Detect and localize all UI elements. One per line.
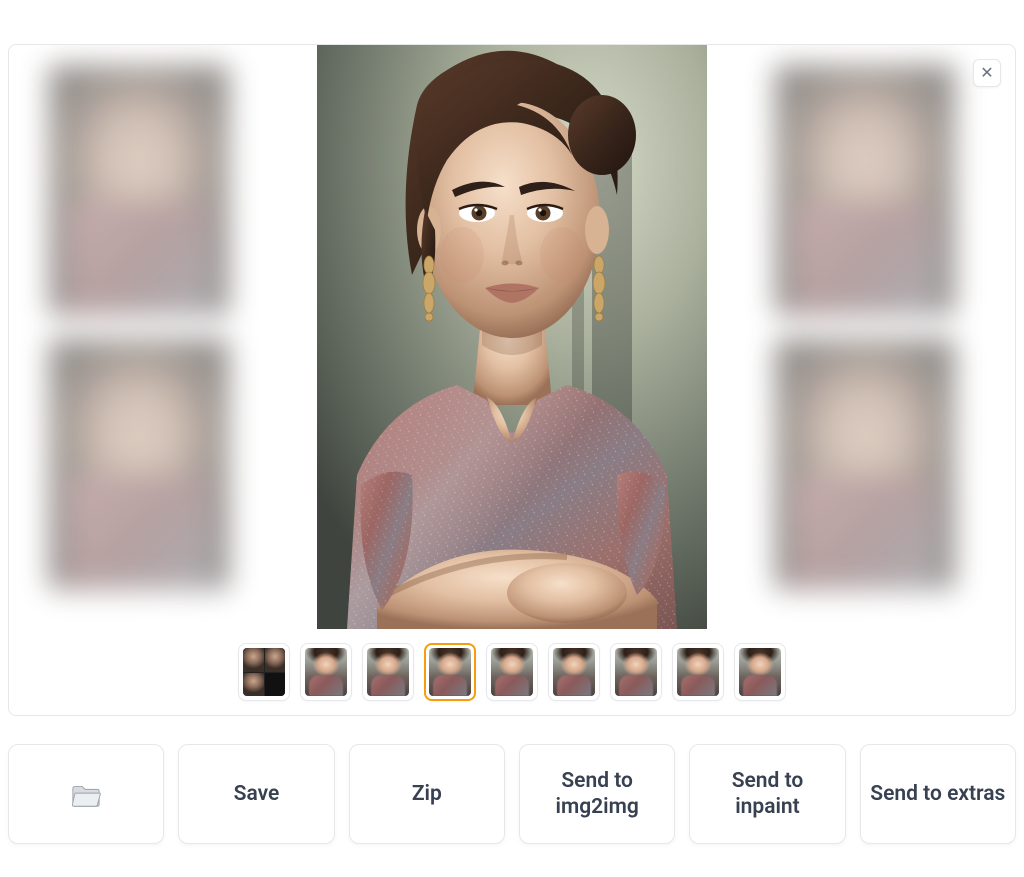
thumbnail-5[interactable] [486,643,538,701]
thumbnail-image [243,648,285,696]
thumbnail-image [429,648,471,696]
thumbnail-image [491,648,533,696]
thumbnail-image [739,648,781,696]
thumbnail-image [615,648,657,696]
thumbnail-9[interactable] [734,643,786,701]
thumbnail-7[interactable] [610,643,662,701]
zip-button[interactable]: Zip [349,744,505,844]
save-button-label: Save [234,781,280,807]
send-to-img2img-button[interactable]: Send to img2img [519,744,675,844]
save-button[interactable]: Save [178,744,334,844]
thumbnail-3[interactable] [362,643,414,701]
thumbnail-6[interactable] [548,643,600,701]
send-to-inpaint-button[interactable]: Send to inpaint [689,744,845,844]
thumbnail-2[interactable] [300,643,352,701]
thumbnail-image [553,648,595,696]
close-icon: ✕ [980,65,993,81]
thumbnail-image [677,648,719,696]
thumbnail-strip [9,643,1015,701]
send-to-inpaint-label: Send to inpaint [698,768,836,821]
main-image[interactable] [317,45,707,629]
thumbnail-1[interactable] [238,643,290,701]
thumbnail-4[interactable] [424,643,476,701]
action-button-row: Save Zip Send to img2img Send to inpaint… [8,744,1016,844]
send-to-extras-button[interactable]: Send to extras [860,744,1016,844]
thumbnail-image [305,648,347,696]
close-button[interactable]: ✕ [973,59,1001,87]
thumbnail-8[interactable] [672,643,724,701]
send-to-img2img-label: Send to img2img [528,768,666,821]
zip-button-label: Zip [412,781,442,807]
open-folder-button[interactable] [8,744,164,844]
image-viewer-panel: ✕ [8,44,1016,716]
thumbnail-image [367,648,409,696]
folder-icon [71,782,101,806]
send-to-extras-label: Send to extras [870,781,1005,807]
